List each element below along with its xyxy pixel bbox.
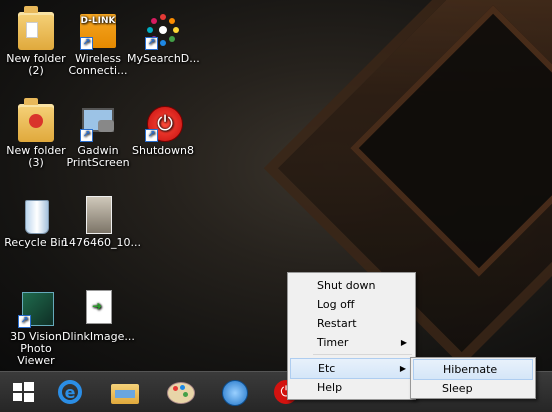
menu-item-help[interactable]: Help [290, 378, 413, 397]
icon-label: DlinkImage... [62, 330, 135, 343]
desktop: New folder (2) New folder (3) Recycle Bi… [0, 0, 552, 371]
document-preview-icon [26, 22, 38, 38]
monitor-camera-icon: ↗ [80, 104, 116, 142]
desktop-icon-photo[interactable]: 1476460_10... [62, 196, 141, 249]
green-arrow-icon: ➜ [92, 299, 103, 313]
menu-item-shut-down[interactable]: Shut down [290, 276, 413, 295]
dlink-icon: D-LINK ↗ [80, 12, 116, 50]
shortcut-arrow-icon: ↗ [80, 37, 93, 50]
recycle-bin-icon [18, 196, 54, 234]
submenu-arrow-icon: ▶ [400, 338, 407, 347]
desktop-icon-gadwin[interactable]: ↗ Gadwin PrintScreen [62, 104, 134, 169]
shortcut-arrow-icon: ↗ [145, 37, 158, 50]
menu-item-label: Log off [317, 298, 355, 311]
menu-item-label: Timer [317, 336, 349, 349]
photo-thumbnail-icon [80, 196, 116, 234]
power-icon: ⏻ ↗ [145, 104, 183, 142]
menu-item-etc[interactable]: Etc ▶ [290, 358, 413, 379]
desktop-icon-shutdown8[interactable]: ⏻ ↗ Shutdown8 [127, 104, 199, 157]
desktop-icon-wireless[interactable]: D-LINK ↗ Wireless Connecti... [62, 12, 134, 77]
submenu-item-label: Sleep [442, 382, 473, 395]
menu-item-restart[interactable]: Restart [290, 314, 413, 333]
folder-music-icon [18, 98, 54, 142]
start-icon[interactable] [8, 376, 44, 408]
music-badge-icon [29, 114, 43, 128]
desktop-icon-mysearch[interactable]: ↗ MySearchD... [127, 12, 200, 65]
file-explorer-icon[interactable] [107, 376, 143, 408]
icon-label: Wireless Connecti... [68, 52, 128, 77]
folder-icon [18, 6, 54, 50]
paint-icon[interactable] [163, 376, 199, 408]
colorful-dots-icon: ↗ [145, 12, 181, 50]
document-icon: ➜ [80, 290, 116, 328]
desktop-icon-dlinkimage[interactable]: ➜ DlinkImage... [62, 290, 135, 343]
icon-label: 1476460_10... [62, 236, 141, 249]
media-icon[interactable] [216, 376, 252, 408]
shortcut-arrow-icon: ↗ [18, 315, 31, 328]
submenu-item-sleep[interactable]: Sleep [413, 379, 533, 398]
menu-item-label: Help [317, 381, 343, 394]
icon-label: Gadwin PrintScreen [66, 144, 130, 169]
3d-vision-icon: ↗ [18, 290, 54, 328]
icon-label: Shutdown8 [132, 144, 194, 157]
menu-item-label: Restart [317, 317, 357, 330]
menu-item-log-off[interactable]: Log off [290, 295, 413, 314]
menu-item-timer[interactable]: Timer ▶ [290, 333, 413, 352]
shortcut-arrow-icon: ↗ [145, 129, 158, 142]
context-menu: Shut down Log off Restart Timer ▶ Etc ▶ … [287, 272, 416, 400]
menu-item-label: Etc [318, 362, 336, 375]
icon-label: MySearchD... [127, 52, 200, 65]
submenu-arrow-icon: ▶ [399, 364, 406, 373]
submenu-item-hibernate[interactable]: Hibernate [413, 359, 533, 380]
internet-explorer-icon[interactable]: e [54, 376, 90, 408]
shortcut-arrow-icon: ↗ [80, 129, 93, 142]
menu-item-label: Shut down [317, 279, 376, 292]
menu-separator [313, 354, 412, 355]
submenu-item-label: Hibernate [443, 363, 498, 376]
submenu-etc: Hibernate Sleep [410, 357, 536, 399]
